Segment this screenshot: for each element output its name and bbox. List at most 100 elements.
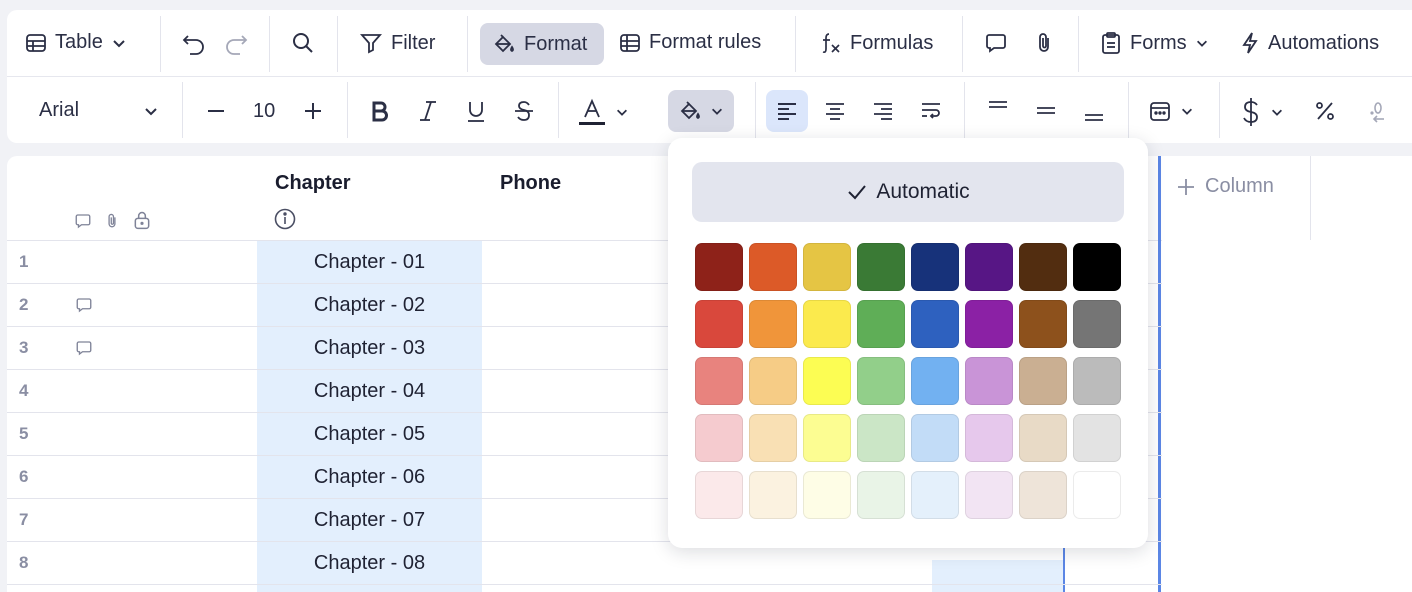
attachments-button[interactable]: [1033, 31, 1055, 55]
redo-button[interactable]: [223, 31, 249, 55]
align-middle-button[interactable]: [1034, 99, 1058, 123]
color-swatch[interactable]: [695, 471, 743, 519]
color-swatch[interactable]: [695, 300, 743, 348]
format-rules-button[interactable]: Format rules: [619, 31, 761, 54]
color-swatch[interactable]: [749, 414, 797, 462]
color-swatch[interactable]: [803, 243, 851, 291]
color-swatch[interactable]: [1019, 471, 1067, 519]
increase-font-size-button[interactable]: [302, 100, 324, 122]
toolbar-row-main: Table Filter Format Format rules Formula…: [7, 10, 1412, 77]
column-header-chapter[interactable]: Chapter: [275, 172, 351, 195]
color-swatch[interactable]: [1073, 414, 1121, 462]
color-swatch[interactable]: [857, 243, 905, 291]
color-swatch[interactable]: [695, 414, 743, 462]
comments-button[interactable]: [984, 31, 1008, 55]
column-header-phone[interactable]: Phone: [500, 172, 561, 195]
toolbar: Table Filter Format Format rules Formula…: [7, 10, 1412, 143]
color-swatch[interactable]: [1073, 471, 1121, 519]
color-swatch[interactable]: [1019, 357, 1067, 405]
chapter-cell[interactable]: Chapter - 03: [257, 337, 482, 360]
color-swatch[interactable]: [1073, 357, 1121, 405]
color-swatch[interactable]: [749, 471, 797, 519]
color-swatch[interactable]: [749, 357, 797, 405]
color-swatch[interactable]: [857, 414, 905, 462]
chapter-cell[interactable]: Chapter - 02: [257, 294, 482, 317]
info-icon[interactable]: [274, 208, 296, 230]
align-right-button[interactable]: [871, 99, 895, 123]
text-color-button[interactable]: [577, 97, 629, 127]
font-family-select[interactable]: Arial: [39, 99, 159, 122]
color-swatch[interactable]: [695, 357, 743, 405]
chapter-cell[interactable]: Chapter - 07: [257, 509, 482, 532]
comment-icon[interactable]: [74, 339, 94, 357]
decrease-font-size-button[interactable]: [205, 100, 227, 122]
chapter-cell[interactable]: Chapter - 08: [257, 552, 482, 575]
align-bottom-icon: [1085, 114, 1103, 121]
color-swatch[interactable]: [965, 243, 1013, 291]
chapter-cell[interactable]: Chapter - 05: [257, 423, 482, 446]
color-swatch[interactable]: [749, 243, 797, 291]
divider: [269, 16, 270, 72]
forms-label: Forms: [1130, 31, 1187, 54]
color-swatch[interactable]: [695, 243, 743, 291]
color-swatch[interactable]: [911, 243, 959, 291]
color-swatch[interactable]: [1019, 300, 1067, 348]
automations-button[interactable]: Automations: [1240, 31, 1379, 55]
strikethrough-button[interactable]: [513, 99, 535, 123]
chapter-cell[interactable]: Chapter - 01: [257, 251, 482, 274]
color-swatch[interactable]: [911, 300, 959, 348]
font-size-input[interactable]: 10: [253, 100, 275, 123]
color-swatch[interactable]: [803, 471, 851, 519]
percent-format-button[interactable]: [1313, 99, 1337, 123]
table-view-button[interactable]: Table: [25, 31, 127, 54]
toolbar-row-format: Arial 10: [7, 78, 1412, 143]
align-left-button[interactable]: [766, 90, 808, 132]
table-icon: [26, 33, 46, 52]
date-format-button[interactable]: [1148, 99, 1194, 123]
align-top-button[interactable]: [986, 99, 1010, 123]
color-swatch[interactable]: [857, 300, 905, 348]
underline-button[interactable]: [465, 99, 487, 123]
bold-button[interactable]: [368, 99, 390, 123]
color-swatch[interactable]: [857, 357, 905, 405]
color-swatch[interactable]: [1073, 243, 1121, 291]
color-swatch[interactable]: [965, 471, 1013, 519]
color-swatch[interactable]: [1073, 300, 1121, 348]
color-swatch[interactable]: [803, 414, 851, 462]
undo-button[interactable]: [181, 31, 207, 55]
automatic-label: Automatic: [876, 180, 970, 203]
color-swatch[interactable]: [965, 414, 1013, 462]
color-swatch[interactable]: [803, 300, 851, 348]
divider: [1078, 16, 1079, 72]
color-swatch[interactable]: [911, 357, 959, 405]
color-swatch[interactable]: [803, 357, 851, 405]
chapter-cell[interactable]: Chapter - 04: [257, 380, 482, 403]
fill-color-button[interactable]: [668, 90, 734, 132]
color-swatch[interactable]: [911, 414, 959, 462]
search-button[interactable]: [291, 31, 315, 55]
align-bottom-button[interactable]: [1082, 99, 1106, 123]
color-swatch[interactable]: [911, 471, 959, 519]
currency-format-button[interactable]: [1240, 97, 1284, 127]
filter-button[interactable]: Filter: [359, 31, 435, 55]
align-top-icon: [989, 101, 1007, 108]
color-swatch[interactable]: [1019, 414, 1067, 462]
comment-icon[interactable]: [74, 296, 94, 314]
decrease-decimal-button[interactable]: [1364, 99, 1388, 123]
color-swatch[interactable]: [965, 300, 1013, 348]
italic-button[interactable]: [417, 99, 439, 123]
automatic-color-button[interactable]: Automatic: [692, 162, 1124, 222]
add-column-button[interactable]: Column: [1175, 175, 1274, 198]
wrap-text-button[interactable]: [919, 99, 943, 123]
color-swatch[interactable]: [749, 300, 797, 348]
comment-icon: [75, 214, 91, 229]
align-center-button[interactable]: [823, 99, 847, 123]
chapter-cell[interactable]: Chapter - 06: [257, 466, 482, 489]
formulas-button[interactable]: Formulas: [818, 31, 933, 55]
color-swatch[interactable]: [1019, 243, 1067, 291]
divider: [755, 82, 756, 138]
format-button[interactable]: Format: [480, 23, 604, 65]
color-swatch[interactable]: [857, 471, 905, 519]
color-swatch[interactable]: [965, 357, 1013, 405]
forms-button[interactable]: Forms: [1100, 31, 1209, 55]
